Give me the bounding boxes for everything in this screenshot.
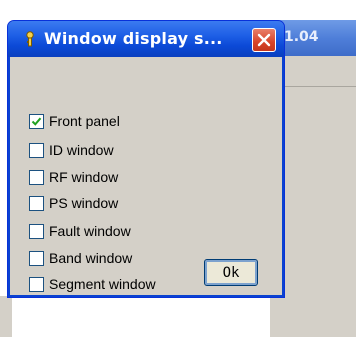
checkbox-ps-window[interactable]: PS window xyxy=(29,193,118,213)
checkbox-label: Segment window xyxy=(49,276,156,292)
background-window-title: 1.04 xyxy=(284,29,319,45)
checkbox-rf-window[interactable]: RF window xyxy=(29,167,118,187)
checkbox-fault-window[interactable]: Fault window xyxy=(29,221,131,241)
close-icon xyxy=(257,33,271,47)
checkbox-label: PS window xyxy=(49,195,119,211)
background-window-edge xyxy=(0,296,12,337)
close-button[interactable] xyxy=(252,28,276,52)
checkbox-segment-window[interactable]: Segment window xyxy=(29,274,156,294)
dialog-client-area: Front panel ID window RF window PS windo… xyxy=(11,57,281,294)
window-app-icon xyxy=(21,30,39,48)
checkbox-label: Fault window xyxy=(49,223,131,239)
checkbox-band-window[interactable]: Band window xyxy=(29,248,132,268)
dialog-titlebar[interactable]: Window display s... xyxy=(8,21,284,57)
checkbox-box[interactable] xyxy=(29,169,44,185)
checkbox-id-window[interactable]: ID window xyxy=(29,140,114,160)
checkbox-box[interactable] xyxy=(29,195,44,211)
checkbox-box[interactable] xyxy=(29,113,44,129)
checkbox-label: RF window xyxy=(49,169,119,185)
checkbox-label: ID window xyxy=(49,142,114,158)
checkbox-box[interactable] xyxy=(29,142,44,158)
checkbox-box[interactable] xyxy=(29,276,44,292)
checkbox-label: Band window xyxy=(49,250,133,266)
window-display-dialog: Window display s... Front panel ID windo… xyxy=(7,20,285,298)
checkmark-icon xyxy=(31,117,42,126)
checkbox-front-panel[interactable]: Front panel xyxy=(29,111,120,131)
checkbox-box[interactable] xyxy=(29,250,44,266)
ok-button[interactable]: Ok xyxy=(204,259,258,286)
checkbox-box[interactable] xyxy=(29,223,44,239)
checkbox-label: Front panel xyxy=(49,113,120,129)
dialog-title: Window display s... xyxy=(44,29,223,48)
